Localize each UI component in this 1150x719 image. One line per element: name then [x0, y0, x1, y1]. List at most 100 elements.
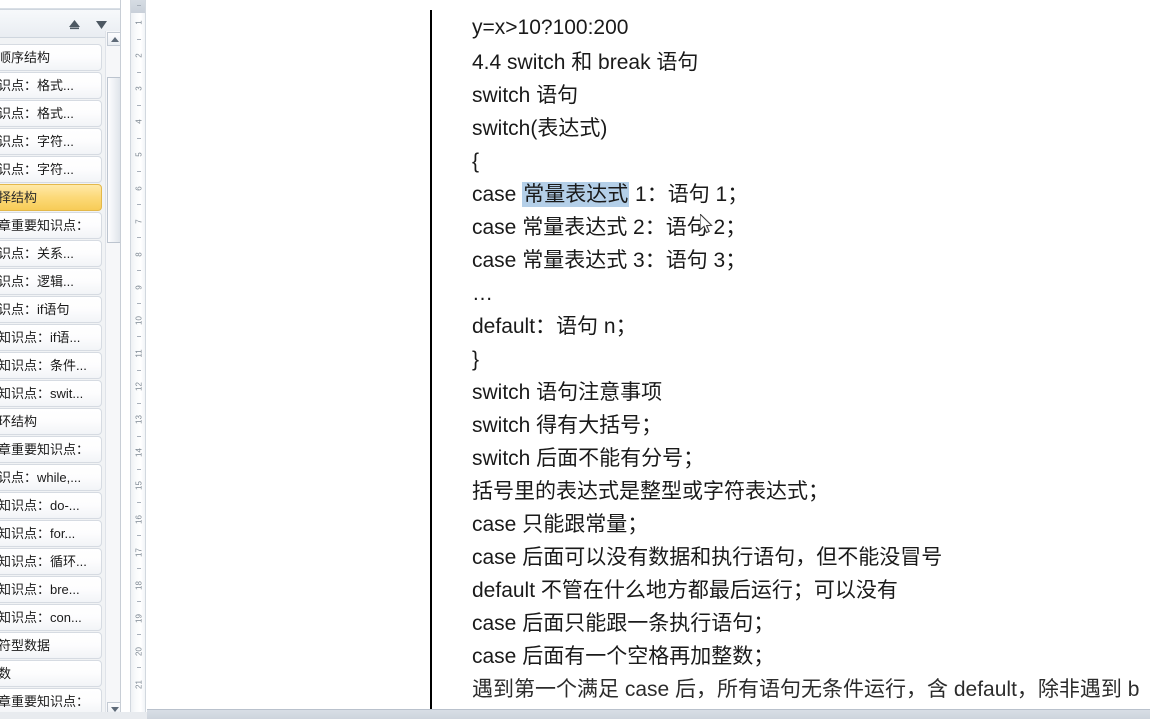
ruler-tick [137, 303, 141, 305]
line-text-prefix: case [472, 183, 523, 206]
nav-item[interactable]: 知识点：if语... [0, 324, 102, 351]
nav-item[interactable]: 顺序结构 [0, 44, 102, 71]
ruler-top-cap [131, 0, 145, 13]
ruler-number: 1 [134, 20, 144, 25]
ruler-number: 16 [134, 514, 144, 524]
ruler-number: 20 [134, 646, 144, 656]
document-line[interactable]: switch 后面不能有分号； [472, 442, 1150, 475]
nav-item[interactable]: 识点：格式... [0, 72, 102, 99]
navigation-scrollbar[interactable] [105, 31, 120, 719]
ruler-number: 7 [134, 218, 144, 224]
ruler-number: 12 [134, 382, 144, 392]
scroll-up-arrow-icon [111, 37, 119, 42]
navigation-outline-list[interactable]: 顺序结构 识点：格式... 识点：格式... 识点：字符... 识点：字符... 择结构章… [0, 44, 102, 719]
nav-item[interactable]: 知识点：con... [0, 604, 102, 631]
ruler-number: 10 [134, 315, 144, 325]
ruler-tick [137, 170, 141, 172]
ruler-tick [137, 38, 141, 40]
ruler-number: 9 [134, 285, 144, 290]
nav-item[interactable]: 知识点：循环... [0, 548, 102, 575]
nav-item[interactable]: 知识点：条件... [0, 352, 102, 379]
navigation-scrollbar-thumb[interactable] [107, 77, 120, 243]
document-canvas[interactable]: y=x>10?100:200 4.4 switch 和 break 语句 switc… [147, 0, 1150, 719]
document-line[interactable]: 4.4 switch 和 break 语句 [472, 46, 1150, 79]
nav-item[interactable]: 识点：while,... [0, 464, 102, 491]
nav-item[interactable]: 知识点：do-... [0, 492, 102, 519]
document-line[interactable]: case 常量表达式 3：语句 3； [472, 244, 1150, 277]
nav-item[interactable]: 符型数据 [0, 632, 102, 659]
page-left-edge-line [430, 10, 432, 710]
ruler-tick [137, 71, 141, 73]
ruler-number: 15 [134, 481, 144, 491]
ruler-tick [137, 667, 141, 669]
document-line[interactable]: switch(表达式) [472, 112, 1150, 145]
nav-item[interactable]: 章重要知识点： [0, 212, 102, 239]
ruler-tick [137, 634, 141, 636]
ruler-tick [137, 237, 141, 239]
status-bar-strip [147, 709, 1150, 719]
ruler-number: 6 [134, 185, 144, 191]
ruler-tick [137, 137, 141, 139]
document-line[interactable]: case 后面可以没有数据和执行语句，但不能没冒号 [472, 541, 1150, 574]
document-line[interactable]: default：语句 n； [472, 310, 1150, 343]
ruler-number: 11 [134, 349, 144, 358]
document-line[interactable]: case 只能跟常量； [472, 508, 1150, 541]
nav-item[interactable]: 识点：关系... [0, 240, 102, 267]
nav-item[interactable]: 识点：格式... [0, 100, 102, 127]
nav-item[interactable]: 数 [0, 660, 102, 687]
document-line[interactable]: case 后面只能跟一条执行语句； [472, 607, 1150, 640]
document-line[interactable]: y=x>10?100:200 [472, 10, 1150, 46]
document-line[interactable]: switch 语句注意事项 [472, 376, 1150, 409]
status-bar-strip-left [0, 712, 147, 719]
nav-item[interactable]: 识点：字符... [0, 128, 102, 155]
ruler-tick [137, 5, 141, 7]
vertical-ruler[interactable]: 1 2 3 4 5 6 7 8 9 10 11 12 13 14 15 16 17 18 19 20 21 [130, 0, 146, 719]
ruler-number: 2 [134, 53, 144, 58]
nav-item[interactable]: 识点：字符... [0, 156, 102, 183]
nav-item[interactable]: 知识点：swit... [0, 380, 102, 407]
nav-item[interactable]: 知识点：bre... [0, 576, 102, 603]
document-editor-window: 顺序结构 识点：格式... 识点：格式... 识点：字符... 识点：字符... 择结构章… [0, 0, 1150, 719]
document-line[interactable]: 遇到第一个满足 case 后，所有语句无条件运行，含 default，除非遇到 … [472, 673, 1150, 706]
ruler-tick [137, 369, 141, 371]
previous-heading-button[interactable] [65, 15, 84, 34]
ruler-tick [137, 601, 141, 603]
document-line[interactable]: case 常量表达式 1：语句 1； [472, 178, 1150, 211]
document-line[interactable]: 括号里的表达式是整型或字符表达式； [472, 475, 1150, 508]
ruler-number: 17 [134, 547, 144, 557]
document-line[interactable]: default 不管在什么地方都最后运行；可以没有 [472, 574, 1150, 607]
nav-item[interactable]: 识点：if语句 [0, 296, 102, 323]
document-line[interactable]: switch 得有大括号； [472, 409, 1150, 442]
document-line[interactable]: … [472, 277, 1150, 310]
line-text-suffix: 1：语句 1； [629, 183, 749, 206]
nav-pane-top-strip [0, 0, 120, 9]
ruler-tick [137, 435, 141, 437]
nav-pane-toolbar [0, 9, 120, 38]
nav-item[interactable]: 环结构 [0, 408, 102, 435]
document-line[interactable]: case 常量表达式 2：语句 2； [472, 211, 1150, 244]
nav-item[interactable]: 章重要知识点： [0, 436, 102, 463]
triangle-up-icon [69, 20, 80, 30]
nav-item[interactable]: 章重要知识点： [0, 688, 102, 715]
document-line[interactable]: switch 语句 [472, 79, 1150, 112]
scroll-up-button[interactable] [107, 32, 120, 46]
ruler-number: 13 [134, 415, 144, 425]
document-line[interactable]: } [472, 343, 1150, 376]
ruler-tick [137, 568, 141, 570]
ruler-number: 21 [134, 680, 144, 689]
ruler-number: 19 [134, 613, 144, 623]
selected-text-highlight[interactable]: 常量表达式 [522, 182, 630, 207]
ruler-number: 18 [134, 580, 144, 590]
document-line[interactable]: case 后面有一个空格再加整数； [472, 640, 1150, 673]
ruler-tick [137, 270, 141, 272]
nav-item-selected[interactable]: 择结构 [0, 184, 102, 211]
nav-item[interactable]: 知识点：for... [0, 520, 102, 547]
ruler-number: 4 [134, 119, 144, 125]
document-body-text[interactable]: y=x>10?100:200 4.4 switch 和 break 语句 switc… [472, 10, 1150, 706]
ruler-tick [137, 535, 141, 537]
ruler-tick [137, 468, 141, 470]
document-line[interactable]: { [472, 145, 1150, 178]
nav-item[interactable]: 识点：逻辑... [0, 268, 102, 295]
ruler-number: 8 [134, 251, 144, 257]
ruler-tick [137, 402, 141, 404]
